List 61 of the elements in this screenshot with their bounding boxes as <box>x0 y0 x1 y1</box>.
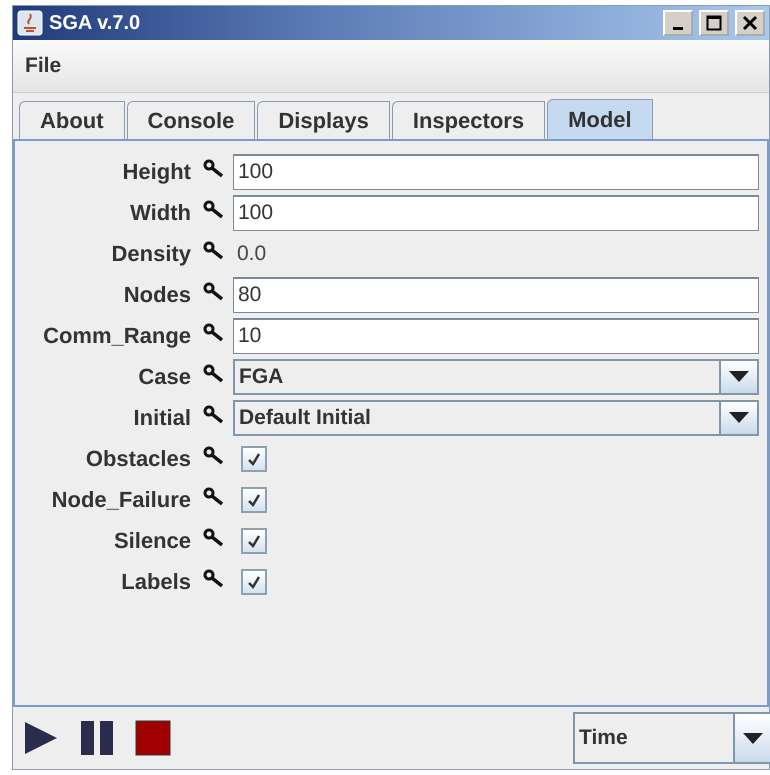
dropdown-button[interactable] <box>733 714 770 762</box>
checkmark-icon <box>246 574 262 590</box>
tab[interactable]: Inspectors <box>392 101 546 139</box>
key-icon <box>203 487 225 507</box>
property-label: Initial <box>132 404 191 430</box>
maximize-button[interactable] <box>699 10 729 36</box>
stop-icon[interactable] <box>135 720 171 756</box>
checkbox[interactable] <box>241 486 267 512</box>
dropdown[interactable]: FGA <box>233 358 759 394</box>
minimize-button[interactable] <box>663 10 693 36</box>
key-icon <box>203 282 225 302</box>
property-label: Height <box>122 158 191 184</box>
key-icon <box>203 405 225 425</box>
input-field[interactable]: 80 <box>233 276 759 312</box>
close-icon <box>742 15 758 31</box>
property-label: Width <box>129 200 191 226</box>
caret-icon <box>743 732 763 744</box>
menu-item[interactable]: File <box>25 54 62 78</box>
dropdown-button[interactable] <box>719 402 757 434</box>
input-field[interactable]: 10 <box>233 318 759 354</box>
checkbox[interactable] <box>241 528 267 554</box>
property-label: Comm_Range <box>42 322 191 348</box>
property-label: Node_Failure <box>50 486 191 512</box>
input-field[interactable]: 100 <box>233 154 759 190</box>
checkbox[interactable] <box>241 568 267 594</box>
dropdown-button[interactable] <box>719 360 757 392</box>
minimize-icon <box>673 26 683 30</box>
key-icon <box>203 200 225 220</box>
checkbox[interactable] <box>241 446 267 472</box>
property-label: Case <box>137 364 191 390</box>
key-icon <box>203 446 225 466</box>
pause-icon[interactable] <box>79 720 115 756</box>
property-value: 0.0 <box>236 242 268 266</box>
property-label: Obstacles <box>84 446 191 472</box>
tab[interactable]: About <box>19 101 125 139</box>
property-label: Silence <box>112 528 191 554</box>
tab[interactable]: Displays <box>257 101 390 139</box>
caret-icon <box>729 412 749 423</box>
property-label: Density <box>110 240 191 266</box>
key-icon <box>203 528 225 548</box>
tab[interactable]: Model <box>547 99 653 139</box>
key-icon <box>203 241 225 261</box>
dropdown[interactable]: Default Initial <box>233 400 759 436</box>
input-field[interactable]: 100 <box>233 194 759 230</box>
checkmark-icon <box>246 532 262 548</box>
property-label: Nodes <box>122 282 191 308</box>
key-icon <box>203 159 225 179</box>
close-button[interactable] <box>735 10 765 36</box>
checkmark-icon <box>246 492 262 508</box>
app-icon <box>17 10 43 36</box>
key-icon <box>203 323 225 343</box>
caret-icon <box>729 371 749 382</box>
key-icon <box>203 364 225 384</box>
window-title: SGA v.7.0 <box>49 12 142 34</box>
checkmark-icon <box>246 450 262 466</box>
maximize-icon <box>706 15 722 31</box>
key-icon <box>203 569 225 589</box>
property-label: Labels <box>120 568 191 594</box>
play-icon[interactable] <box>23 720 59 756</box>
dropdown[interactable]: Time <box>573 712 770 764</box>
tab[interactable]: Console <box>126 101 256 139</box>
